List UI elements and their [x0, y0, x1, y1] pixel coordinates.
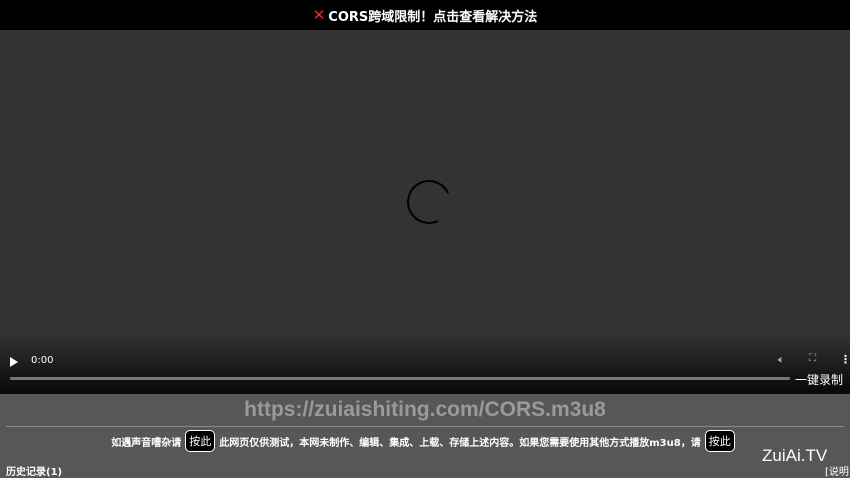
stream-url: https://zuiaishiting.com/CORS.m3u8: [244, 398, 606, 421]
alt-play-button[interactable]: 按此: [704, 430, 735, 452]
close-icon: ✕: [312, 6, 326, 24]
noise-fix-button[interactable]: 按此: [185, 430, 216, 452]
fullscreen-icon[interactable]: ⛶: [809, 353, 816, 364]
volume-icon[interactable]: 🔈︎: [778, 353, 785, 367]
record-button[interactable]: 一键录制: [795, 371, 843, 388]
video-player[interactable]: 0:00 🔈︎ ⛶ ⋮ 一键录制: [0, 30, 850, 394]
notice-line: 如遇声音嘈杂请 按此 此网页仅供测试，本网未制作、编辑、集成、上载、存储上述内容…: [0, 430, 850, 452]
brand-logo: ZuiAi.TV: [762, 446, 828, 465]
divider: [6, 426, 844, 427]
history-link[interactable]: 历史记录(1): [6, 463, 62, 478]
notice-prefix: 如遇声音嘈杂请: [111, 437, 182, 449]
progress-bar[interactable]: [10, 377, 790, 380]
notice-middle: 此网页仅供测试，本网未制作、编辑、集成、上载、存储上述内容。如果您需要使用其他方…: [219, 437, 701, 449]
video-controls: 0:00 🔈︎ ⛶ ⋮ 一键录制: [0, 349, 850, 394]
cors-warning-banner[interactable]: ✕ CORS跨域限制！点击查看解决方法: [0, 0, 850, 30]
play-button[interactable]: [10, 357, 18, 367]
loading-spinner-icon: [400, 173, 458, 231]
help-link[interactable]: [说明: [825, 463, 849, 478]
banner-text: CORS跨域限制！点击查看解决方法: [328, 9, 538, 25]
more-options-icon[interactable]: ⋮: [840, 353, 850, 366]
time-display: 0:00: [31, 355, 54, 366]
